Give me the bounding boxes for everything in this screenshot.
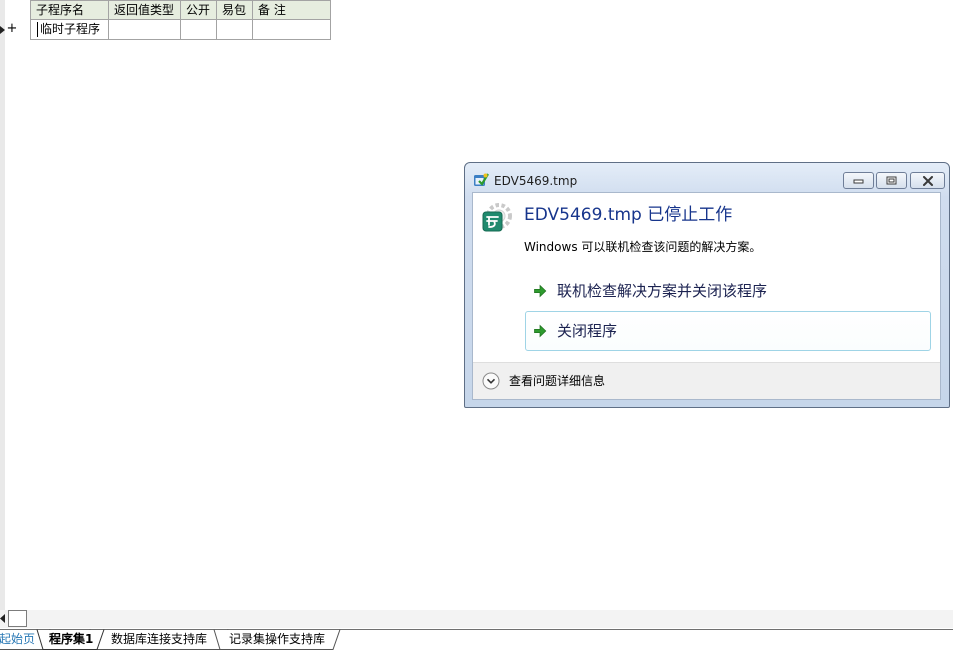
column-header-remark[interactable]: 备 注: [252, 0, 331, 20]
option-label: 关闭程序: [557, 322, 618, 340]
tab-start-page[interactable]: 起始页: [0, 630, 35, 650]
left-gutter: [0, 0, 5, 610]
scroll-left-arrow-icon[interactable]: [0, 614, 5, 623]
table-row: 临时子程序: [30, 19, 331, 40]
tab-label: 起始页: [0, 632, 36, 646]
text-cursor: [37, 22, 38, 37]
scroll-thumb[interactable]: [8, 610, 27, 627]
details-footer: 查看问题详细信息: [473, 362, 940, 399]
dialog-title: EDV5469.tmp: [494, 174, 578, 188]
horizontal-scrollbar[interactable]: [0, 610, 953, 628]
column-header-subroutine-name[interactable]: 子程序名: [30, 0, 109, 20]
minimize-button[interactable]: [843, 172, 874, 189]
close-button[interactable]: [910, 172, 945, 189]
chevron-down-circle-icon[interactable]: [482, 372, 500, 390]
tab-program-set-1[interactable]: 程序集1: [49, 630, 93, 650]
current-row-arrow-icon: [0, 26, 5, 34]
easy-language-app-icon: [482, 203, 512, 232]
close-icon: [922, 175, 933, 186]
minimize-icon: [853, 179, 864, 184]
tab-label: 程序集1: [49, 632, 94, 646]
green-arrow-icon: [534, 284, 547, 298]
expand-row-marker[interactable]: +: [6, 21, 18, 37]
column-header-public[interactable]: 公开: [180, 0, 217, 20]
stopped-working-dialog: EDV5469.tmp EDV5469.tmp 已停止工作 Windows 可以…: [464, 162, 950, 408]
dialog-content: EDV5469.tmp 已停止工作 Windows 可以联机检查该问题的解决方案…: [472, 192, 941, 400]
cell-text: 临时子程序: [40, 22, 101, 36]
cell-easy-package[interactable]: [216, 19, 253, 40]
option-label: 联机检查解决方案并关闭该程序: [557, 282, 768, 300]
cell-subroutine-name[interactable]: 临时子程序: [30, 19, 109, 40]
cell-return-type[interactable]: [108, 19, 181, 40]
tab-database-connection-lib[interactable]: 数据库连接支持库: [111, 630, 207, 650]
subroutine-table: 子程序名 返回值类型 公开 易包 备 注 临时子程序: [30, 0, 331, 40]
view-problem-details-link[interactable]: 查看问题详细信息: [509, 372, 605, 390]
cell-public[interactable]: [180, 19, 217, 40]
cell-remark[interactable]: [252, 19, 331, 40]
dialog-message: Windows 可以联机检查该问题的解决方案。: [524, 240, 762, 254]
maximize-button[interactable]: [876, 172, 907, 189]
green-arrow-icon: [534, 324, 547, 338]
dialog-heading: EDV5469.tmp 已停止工作: [524, 205, 733, 225]
tab-label: 数据库连接支持库: [111, 632, 208, 646]
app-small-icon: [474, 173, 489, 186]
tab-label: 记录集操作支持库: [229, 632, 326, 646]
column-header-easy-package[interactable]: 易包: [216, 0, 253, 20]
maximize-icon: [886, 176, 897, 185]
column-header-return-type[interactable]: 返回值类型: [108, 0, 181, 20]
table-header-row: 子程序名 返回值类型 公开 易包 备 注: [30, 0, 331, 20]
close-program-option[interactable]: 关闭程序: [525, 311, 931, 351]
check-online-and-close-option[interactable]: 联机检查解决方案并关闭该程序: [525, 271, 931, 311]
tab-recordset-operation-lib[interactable]: 记录集操作支持库: [229, 630, 325, 650]
